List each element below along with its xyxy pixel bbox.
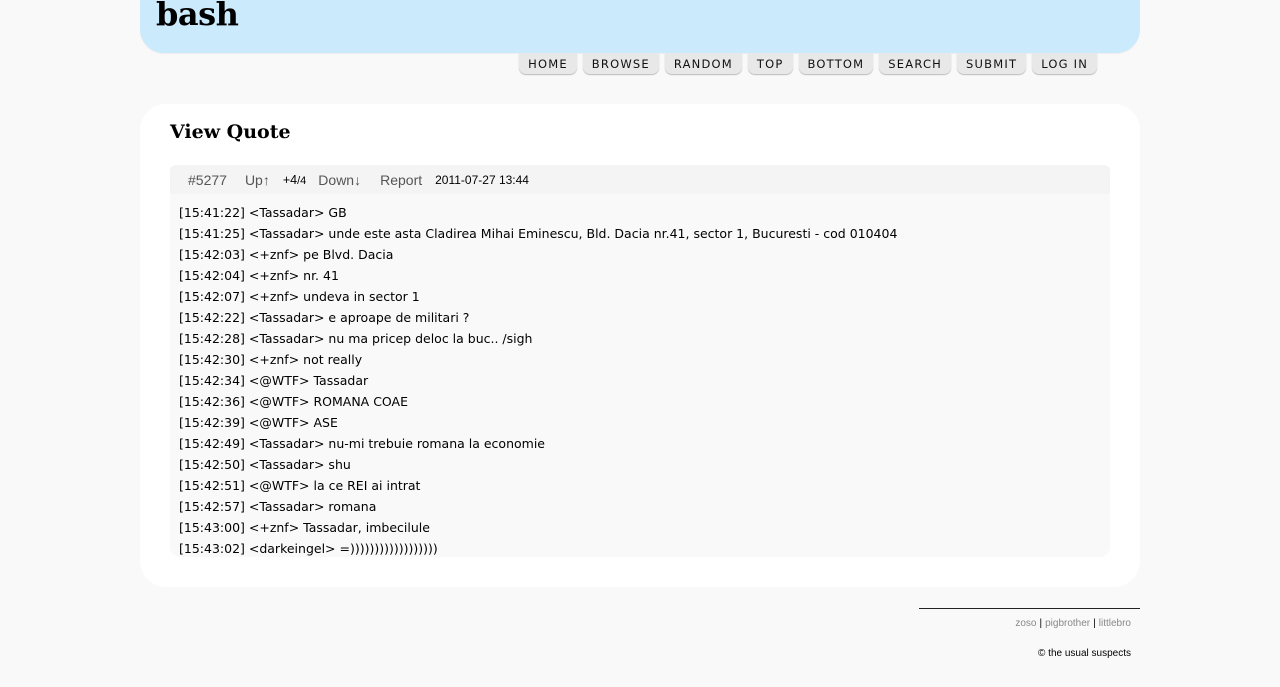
nav-bottom[interactable]: BOTTOM [798, 53, 874, 74]
quote-line: [15:42:49] <Tassadar> nu-mi trebuie roma… [179, 436, 545, 451]
main-nav: HOME BROWSE RANDOM TOP BOTTOM SEARCH SUB… [519, 53, 1097, 74]
copyright-notice: © the usual suspects [1038, 648, 1131, 659]
quote-line: [15:42:30] <+znf> not really [179, 352, 363, 367]
quote-score: +4/4 [283, 173, 306, 187]
quote-id-link[interactable]: #5277 [188, 172, 227, 188]
vote-down-button[interactable]: Down↓ [318, 172, 361, 188]
nav-submit[interactable]: SUBMIT [957, 53, 1027, 74]
footer-link-pigbrother[interactable]: pigbrother [1045, 618, 1090, 629]
quote-line: [15:42:03] <+znf> pe Blvd. Dacia [179, 247, 394, 262]
quote-line: [15:42:51] <@WTF> la ce REI ai intrat [179, 478, 421, 493]
quote-line: [15:42:34] <@WTF> Tassadar [179, 373, 369, 388]
nav-browse[interactable]: BROWSE [582, 53, 659, 74]
footer-separator: | [1093, 618, 1096, 629]
site-header: bash [140, 0, 1140, 53]
quote-line: [15:42:57] <Tassadar> romana [179, 499, 377, 514]
nav-log-in[interactable]: LOG IN [1032, 53, 1097, 74]
quote-line: [15:42:50] <Tassadar> shu [179, 457, 351, 472]
footer-link-zoso[interactable]: zoso [1015, 618, 1036, 629]
quote-line: [15:42:22] <Tassadar> e aproape de milit… [179, 310, 470, 325]
quote-line: [15:41:22] <Tassadar> GB [179, 205, 347, 220]
quote-line: [15:41:25] <Tassadar> unde este asta Cla… [179, 226, 898, 241]
footer-separator: | [1039, 618, 1043, 629]
quote-line: [15:43:02] <darkeingel> =)))))))))))))))… [179, 541, 438, 556]
quote-line: [15:43:00] <+znf> Tassadar, imbecilule [179, 520, 430, 535]
report-button[interactable]: Report [380, 172, 422, 188]
vote-count: 4 [300, 174, 307, 187]
page-title: View Quote [170, 121, 291, 143]
quote-header: #5277 Up↑ +4/4 Down↓ Report 2011-07-27 1… [170, 165, 1110, 194]
quote-body: [15:41:22] <Tassadar> GB [15:41:25] <Tas… [170, 194, 1110, 557]
score-value: +4 [282, 172, 298, 187]
footer-link-littlebro[interactable]: littlebro [1099, 618, 1131, 629]
footer-divider [919, 608, 1140, 609]
quote-line: [15:42:07] <+znf> undeva in sector 1 [179, 289, 420, 304]
site-logo[interactable]: bash [156, 0, 239, 34]
quote-lines: [15:41:22] <Tassadar> GB [15:41:25] <Tas… [170, 194, 1110, 559]
content-panel: View Quote #5277 Up↑ +4/4 Down↓ Report 2… [140, 104, 1140, 587]
quote-line: [15:42:28] <Tassadar> nu ma pricep deloc… [179, 331, 533, 346]
quote-line: [15:42:36] <@WTF> ROMANA COAE [179, 394, 409, 409]
quote-date: 2011-07-27 13:44 [435, 172, 529, 187]
nav-random[interactable]: RANDOM [664, 53, 742, 74]
nav-home[interactable]: HOME [519, 53, 577, 74]
quote-line: [15:42:04] <+znf> nr. 41 [179, 268, 339, 283]
footer-links: zoso | pigbrother | littlebro [1015, 618, 1131, 629]
nav-search[interactable]: SEARCH [879, 53, 952, 74]
quote-line: [15:42:39] <@WTF> ASE [179, 415, 338, 430]
vote-up-button[interactable]: Up↑ [245, 172, 270, 188]
nav-top[interactable]: TOP [747, 53, 793, 74]
